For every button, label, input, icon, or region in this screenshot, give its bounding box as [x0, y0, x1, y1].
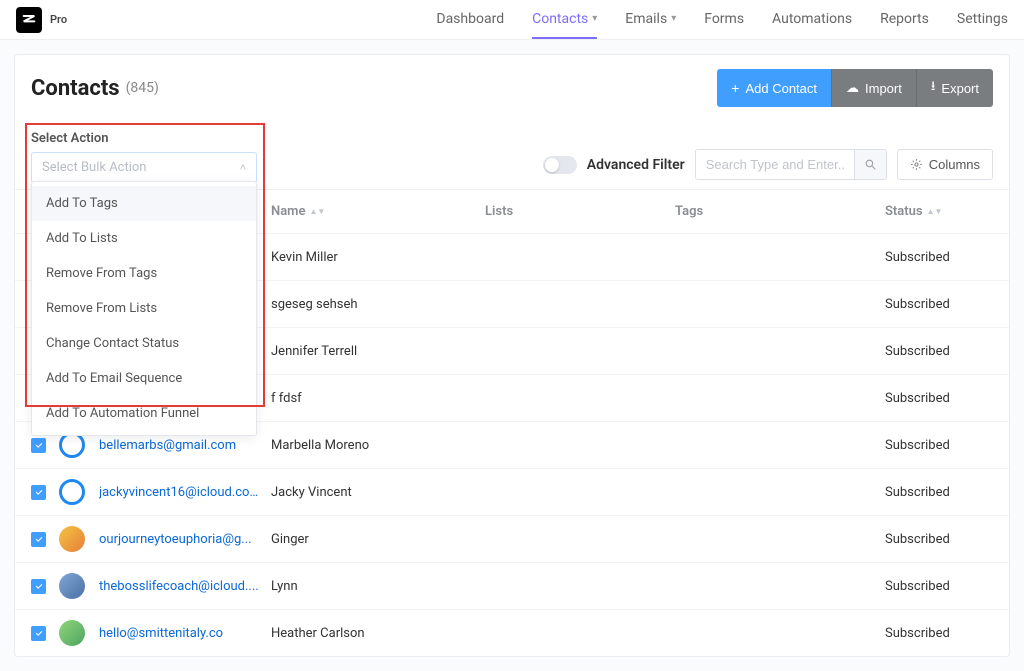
bulk-action-select[interactable]: Select Bulk Action ˄	[31, 152, 257, 183]
contact-email-link[interactable]: bellemarbs@gmail.com	[99, 438, 259, 453]
import-button[interactable]: ☁ Import	[831, 69, 916, 107]
plan-badge: Pro	[50, 13, 67, 26]
contact-status: Subscribed	[885, 344, 993, 359]
button-label: Import	[865, 81, 902, 96]
plus-icon: +	[731, 81, 739, 95]
button-label: Add Contact	[745, 81, 817, 96]
advanced-filter-label: Advanced Filter	[587, 157, 685, 173]
app-logo[interactable]	[16, 7, 42, 33]
chevron-down-icon: ▾	[671, 13, 676, 24]
download-icon: ⭳	[931, 77, 936, 99]
nav-dashboard[interactable]: Dashboard	[436, 0, 504, 39]
header-label: Name	[271, 204, 305, 219]
dropdown-item-add-to-automation-funnel[interactable]: Add To Automation Funnel	[32, 396, 256, 431]
row-checkbox[interactable]	[31, 532, 46, 547]
nav-label: Reports	[880, 11, 929, 27]
columns-button[interactable]: Columns	[897, 149, 993, 180]
contact-status: Subscribed	[885, 485, 993, 500]
dropdown-item-remove-from-lists[interactable]: Remove From Lists	[32, 291, 256, 326]
nav-label: Contacts	[532, 11, 588, 27]
contact-email-link[interactable]: hello@smittenitaly.co	[99, 626, 259, 641]
avatar	[59, 526, 85, 552]
contact-name: sgeseg sehseh	[271, 297, 485, 312]
page-count: (845)	[126, 80, 159, 96]
search-button[interactable]	[854, 150, 886, 179]
row-checkbox[interactable]	[31, 485, 46, 500]
select-placeholder: Select Bulk Action	[42, 160, 146, 175]
contact-name: Ginger	[271, 532, 485, 547]
contact-name: Marbella Moreno	[271, 438, 485, 453]
nav-label: Emails	[625, 11, 667, 27]
contact-status: Subscribed	[885, 438, 993, 453]
column-header-status[interactable]: Status▲▼	[885, 204, 993, 219]
row-checkbox[interactable]	[31, 438, 46, 453]
nav-settings[interactable]: Settings	[957, 0, 1008, 39]
column-header-tags[interactable]: Tags	[675, 204, 885, 219]
dropdown-item-change-status[interactable]: Change Contact Status	[32, 326, 256, 361]
contact-email-link[interactable]: thebosslifecoach@icloud....	[99, 579, 259, 594]
contact-status: Subscribed	[885, 579, 993, 594]
nav-label: Dashboard	[436, 11, 504, 27]
contact-name: Heather Carlson	[271, 626, 485, 641]
contact-status: Subscribed	[885, 297, 993, 312]
bulk-action-dropdown: Add To Tags Add To Lists Remove From Tag…	[31, 181, 257, 436]
nav-label: Forms	[704, 11, 744, 27]
nav-contacts[interactable]: Contacts ▾	[532, 0, 597, 39]
table-row: hello@smittenitaly.co Heather Carlson Subs…	[15, 609, 1009, 656]
export-button[interactable]: ⭳ Export	[916, 69, 993, 107]
table-row: thebosslifecoach@icloud.... Lynn Subscribe…	[15, 562, 1009, 609]
contact-email-link[interactable]: ourjourneytoeuphoria@g...	[99, 532, 259, 547]
row-checkbox[interactable]	[31, 626, 46, 641]
dropdown-item-add-to-lists[interactable]: Add To Lists	[32, 221, 256, 256]
dropdown-item-add-to-email-sequence[interactable]: Add To Email Sequence	[32, 361, 256, 396]
dropdown-item-remove-from-tags[interactable]: Remove From Tags	[32, 256, 256, 291]
contact-email-link[interactable]: jackyvincent16@icloud.com	[99, 485, 259, 500]
table-row: jackyvincent16@icloud.com Jacky Vincent Su…	[15, 468, 1009, 515]
column-header-lists[interactable]: Lists	[485, 204, 675, 219]
nav-label: Automations	[772, 11, 852, 27]
contact-status: Subscribed	[885, 250, 993, 265]
nav-reports[interactable]: Reports	[880, 0, 929, 39]
row-checkbox[interactable]	[31, 579, 46, 594]
nav-label: Settings	[957, 11, 1008, 27]
cloud-upload-icon: ☁	[846, 80, 859, 96]
chevron-up-icon: ˄	[240, 161, 246, 174]
button-label: Export	[941, 81, 979, 96]
chevron-down-icon: ▾	[592, 13, 597, 24]
dropdown-item-add-to-tags[interactable]: Add To Tags	[32, 186, 256, 221]
contact-status: Subscribed	[885, 626, 993, 641]
contact-name: Jennifer Terrell	[271, 344, 485, 359]
contact-name: f fdsf	[271, 391, 485, 406]
contact-name: Kevin Miller	[271, 250, 485, 265]
contact-name: Jacky Vincent	[271, 485, 485, 500]
contact-status: Subscribed	[885, 391, 993, 406]
header-label: Status	[885, 204, 923, 219]
table-row: ourjourneytoeuphoria@g... Ginger Subscribe…	[15, 515, 1009, 562]
avatar	[59, 573, 85, 599]
page-title: Contacts	[31, 76, 120, 101]
nav-emails[interactable]: Emails ▾	[625, 0, 676, 39]
bulk-action-label: Select Action	[31, 131, 257, 146]
avatar	[59, 479, 85, 505]
add-contact-button[interactable]: + Add Contact	[717, 69, 831, 107]
gear-icon	[910, 158, 923, 171]
contact-status: Subscribed	[885, 532, 993, 547]
column-header-name[interactable]: Name▲▼	[271, 204, 485, 219]
nav-automations[interactable]: Automations	[772, 0, 852, 39]
button-label: Columns	[929, 157, 980, 172]
advanced-filter-toggle[interactable]	[543, 156, 577, 174]
contact-name: Lynn	[271, 579, 485, 594]
avatar	[59, 620, 85, 646]
search-input[interactable]	[696, 150, 854, 179]
nav-forms[interactable]: Forms	[704, 0, 744, 39]
search-icon	[864, 158, 877, 171]
